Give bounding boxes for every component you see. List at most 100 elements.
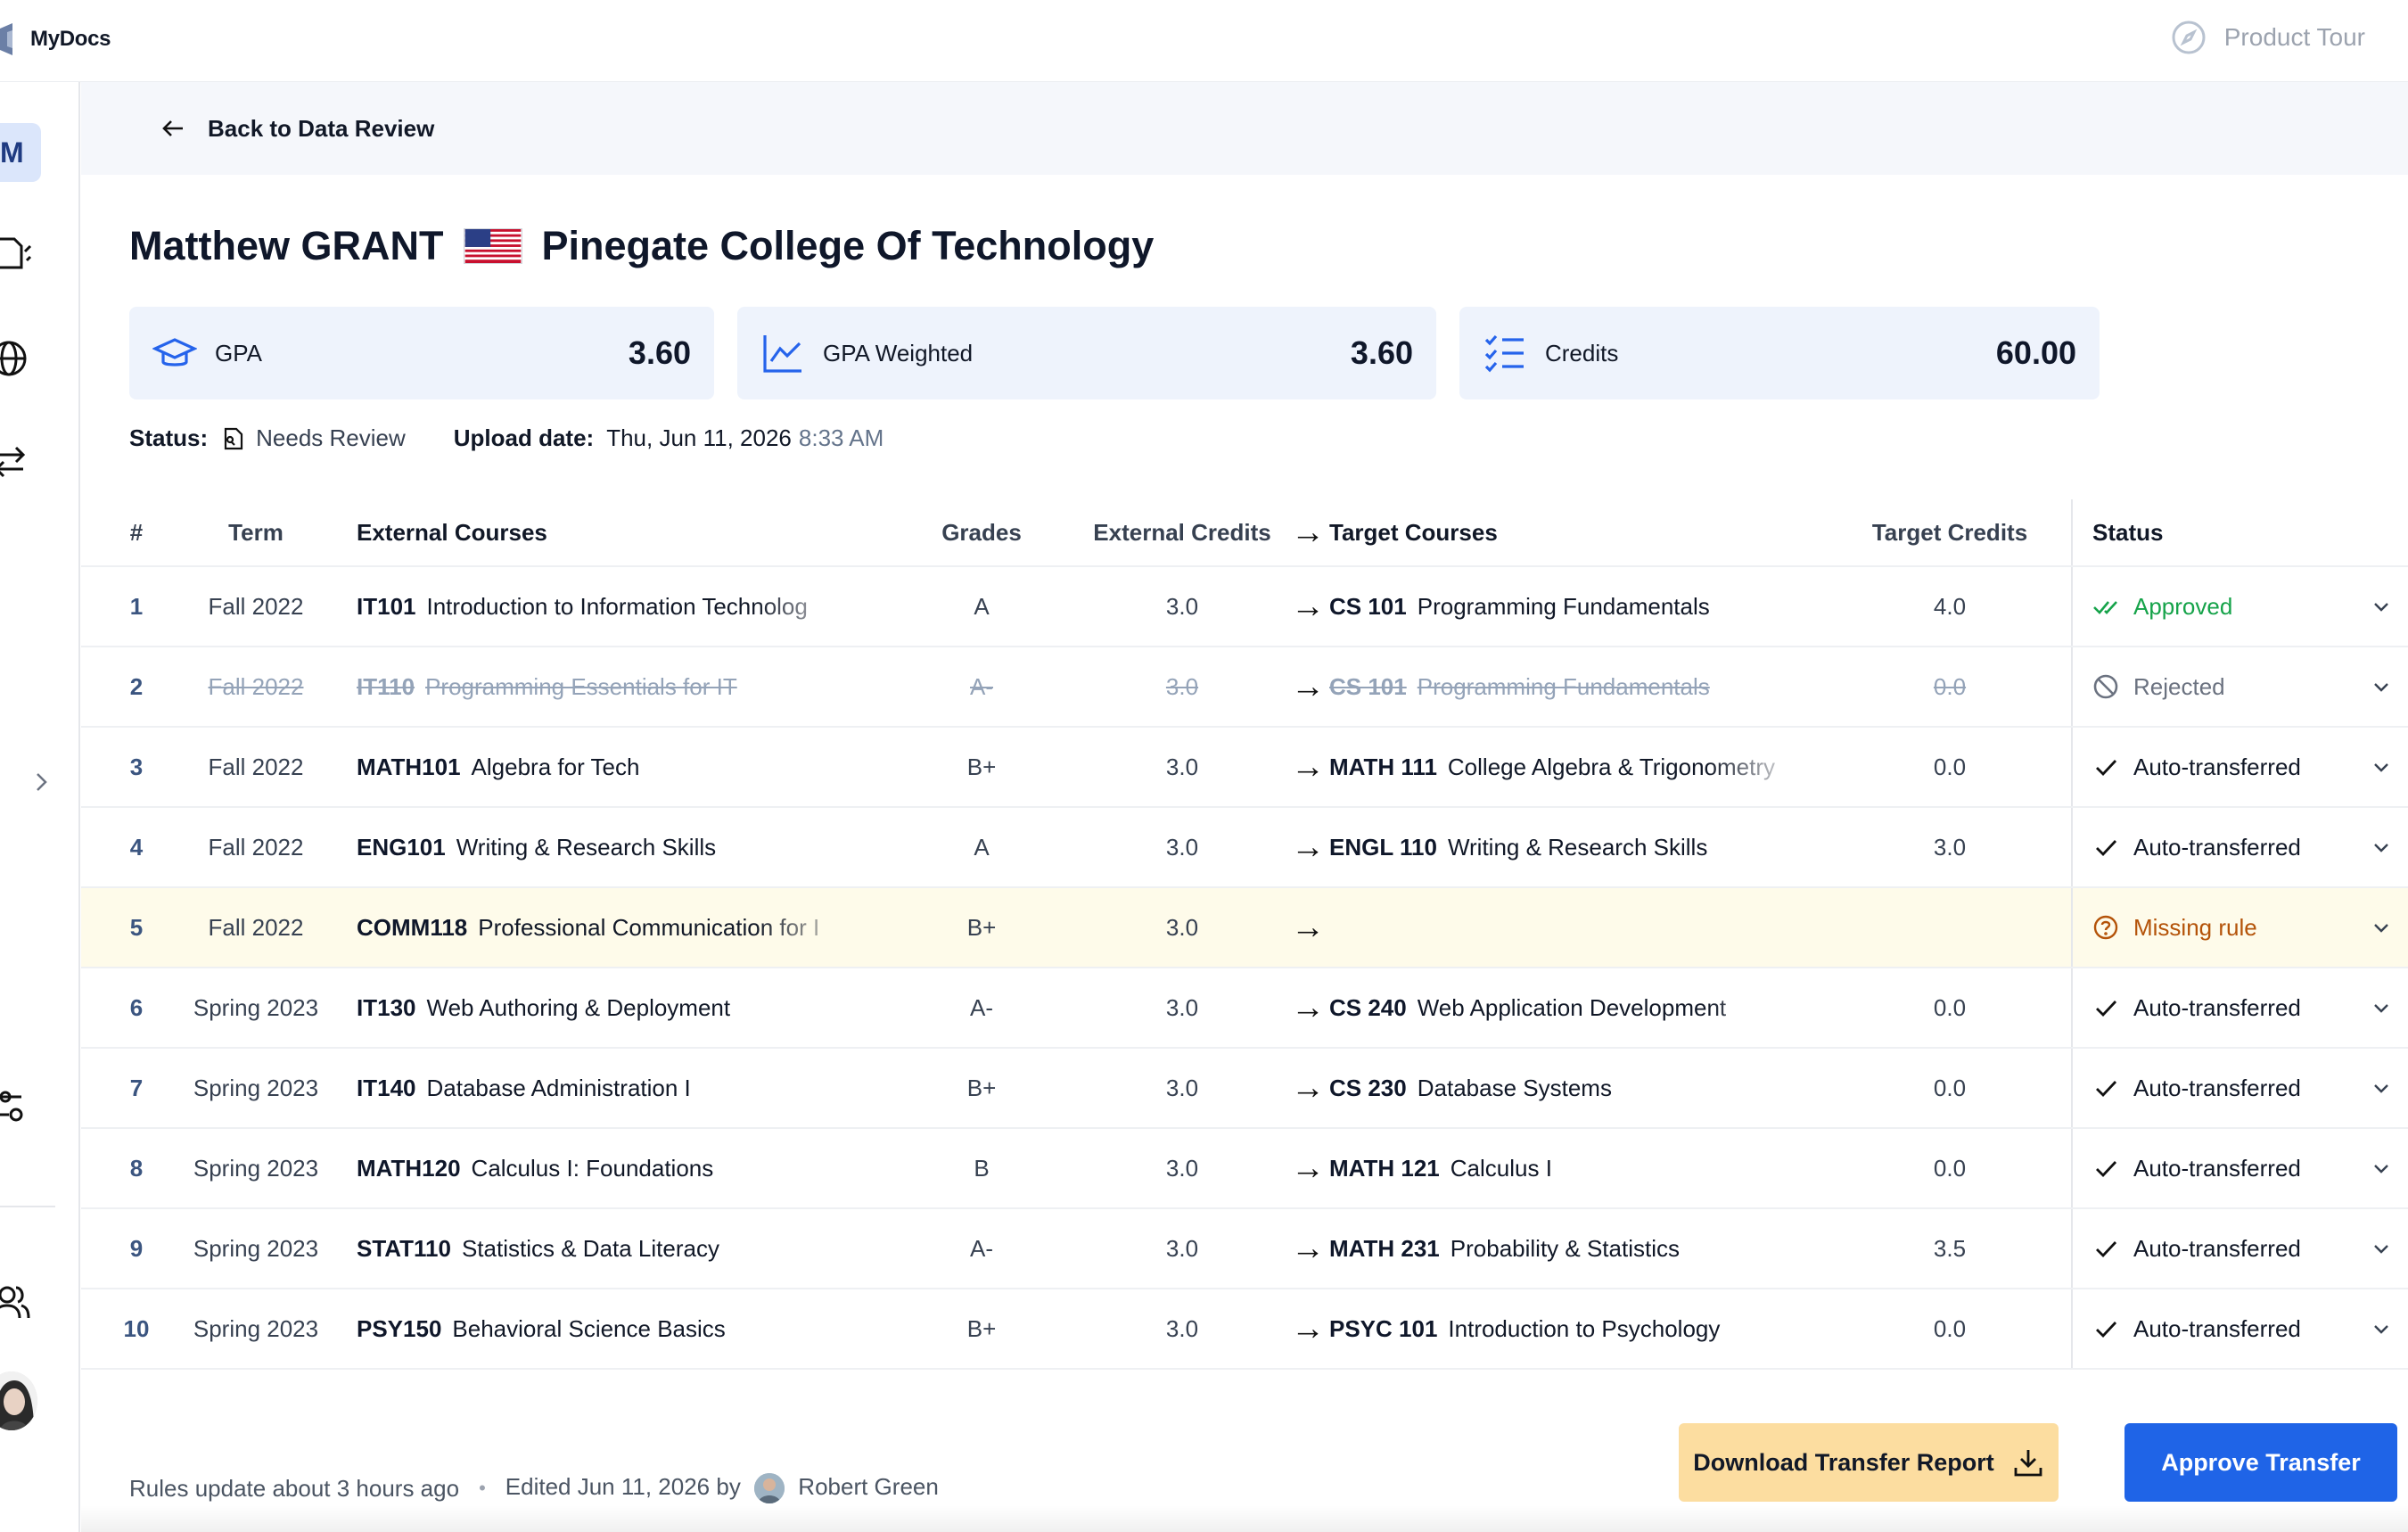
- row-term: Spring 2023: [193, 1314, 319, 1342]
- status-dropdown[interactable]: Rejected: [2071, 647, 2392, 726]
- col-term[interactable]: Term: [186, 499, 325, 565]
- chevron-down-icon: [2374, 603, 2388, 612]
- target-course[interactable]: MATH 231 Probability & Statistics: [1329, 1209, 1802, 1288]
- external-course: IT130 Web Authoring & Deployment: [357, 968, 856, 1047]
- target-course[interactable]: CS 230 Database Systems: [1329, 1049, 1802, 1127]
- status-dropdown[interactable]: Auto-transferred: [2071, 968, 2392, 1047]
- target-course[interactable]: PSYC 101 Introduction to Psychology: [1329, 1289, 1802, 1368]
- col-external[interactable]: External Courses: [357, 499, 856, 565]
- external-course-code: MATH120: [357, 1154, 461, 1182]
- product-tour-button[interactable]: Product Tour: [2171, 20, 2365, 55]
- workspace-avatar[interactable]: M: [0, 123, 41, 182]
- row-expand-button[interactable]: [2363, 647, 2399, 726]
- external-course: MATH101 Algebra for Tech: [357, 728, 856, 806]
- status-badge: Needs Review: [220, 424, 406, 452]
- sidebar-item-transfers[interactable]: [0, 442, 34, 482]
- row-number: 10: [123, 1314, 150, 1342]
- table-row[interactable]: 4 Fall 2022 ENG101 Writing & Research Skill…: [81, 808, 2408, 888]
- back-link[interactable]: Back to Data Review: [81, 82, 2408, 175]
- status-dropdown[interactable]: Auto-transferred: [2071, 1209, 2392, 1288]
- top-bar: MyDocs Product Tour: [0, 0, 2408, 82]
- target-course[interactable]: [1329, 888, 1802, 967]
- back-label: Back to Data Review: [208, 114, 435, 142]
- sidebar-divider: [0, 1206, 55, 1207]
- status-dropdown[interactable]: Approved: [2071, 567, 2392, 646]
- table-row[interactable]: 2 Fall 2022 IT110 Programming Essentials fo…: [81, 647, 2408, 728]
- row-expand-button[interactable]: [2363, 968, 2399, 1047]
- target-course[interactable]: MATH 121 Calculus I: [1329, 1129, 1802, 1207]
- grade: B+: [966, 1314, 997, 1342]
- row-expand-button[interactable]: [2363, 808, 2399, 886]
- user-avatar[interactable]: [0, 1371, 37, 1430]
- app-logo[interactable]: MyDocs: [0, 23, 111, 55]
- footer-meta: Rules update about 3 hours ago • Edited …: [129, 1473, 939, 1504]
- col-target[interactable]: Target Courses: [1329, 499, 1802, 565]
- row-expand-button[interactable]: [2363, 1209, 2399, 1288]
- table-row[interactable]: 7 Spring 2023 IT140 Database Administration…: [81, 1049, 2408, 1129]
- col-status[interactable]: Status: [2071, 499, 2392, 565]
- status-dropdown[interactable]: Auto-transferred: [2071, 1289, 2392, 1368]
- row-expand-button[interactable]: [2363, 888, 2399, 967]
- status-dropdown[interactable]: Missing rule: [2071, 888, 2392, 967]
- editor-avatar: [754, 1473, 785, 1504]
- col-grades[interactable]: Grades: [933, 499, 1031, 565]
- checklist-icon: [1484, 334, 1524, 373]
- status-dropdown[interactable]: Auto-transferred: [2071, 728, 2392, 806]
- logo-icon: [0, 23, 12, 55]
- target-course[interactable]: CS 101 Programming Fundamentals: [1329, 567, 1802, 646]
- arrow-left-icon: [162, 120, 183, 136]
- target-course[interactable]: ENGL 110 Writing & Research Skills: [1329, 808, 1802, 886]
- status-dropdown[interactable]: Auto-transferred: [2071, 808, 2392, 886]
- col-target-credits[interactable]: Target Credits: [1861, 499, 2039, 565]
- sidebar-item-users[interactable]: [0, 1284, 34, 1323]
- status-label: Status:: [129, 424, 209, 451]
- target-course-name: Calculus I: [1450, 1154, 1552, 1182]
- table-row[interactable]: 3 Fall 2022 MATH101 Algebra for Tech B+ 3.0 → M…: [81, 728, 2408, 808]
- external-course-name: Writing & Research Skills: [456, 833, 717, 861]
- sidebar-item-settings[interactable]: [0, 1086, 34, 1125]
- chevron-down-icon: [2374, 924, 2388, 933]
- row-number: 9: [129, 1234, 144, 1262]
- document-review-icon: [225, 427, 243, 449]
- download-report-button[interactable]: Download Transfer Report: [1679, 1423, 2059, 1502]
- grade: A-: [970, 993, 993, 1021]
- chevron-right-icon: [37, 773, 47, 791]
- sidebar: M: [0, 82, 80, 1532]
- grade: A-: [970, 1234, 993, 1262]
- table-row[interactable]: 1 Fall 2022 IT101 Introduction to Informati…: [81, 567, 2408, 647]
- double-check-icon: [2093, 601, 2117, 614]
- table-row[interactable]: 9 Spring 2023 STAT110 Statistics & Data Lit…: [81, 1209, 2408, 1289]
- table-row[interactable]: 8 Spring 2023 MATH120 Calculus I: Foundatio…: [81, 1129, 2408, 1209]
- status-dropdown[interactable]: Auto-transferred: [2071, 1129, 2392, 1207]
- target-credits: [1861, 888, 2039, 967]
- status-dropdown[interactable]: Auto-transferred: [2071, 1049, 2392, 1127]
- sidebar-item-documents[interactable]: [0, 234, 34, 273]
- status-text: Auto-transferred: [2133, 753, 2301, 780]
- page-title: Matthew GRANT Pinegate College Of Techno…: [129, 223, 1154, 269]
- target-course[interactable]: MATH 111 College Algebra & Trigonometry: [1329, 728, 1802, 806]
- target-course-name: College Algebra & Trigonometry: [1447, 753, 1775, 780]
- approve-transfer-button[interactable]: Approve Transfer: [2124, 1423, 2397, 1502]
- check-icon: [2096, 1241, 2117, 1258]
- row-term: Fall 2022: [208, 833, 304, 861]
- user-photo-icon: [0, 1371, 37, 1430]
- row-expand-button[interactable]: [2363, 1049, 2399, 1127]
- status-value: Needs Review: [256, 424, 406, 451]
- target-course[interactable]: CS 240 Web Application Development: [1329, 968, 1802, 1047]
- sidebar-expand-button[interactable]: [29, 769, 55, 795]
- transfer-table: # Term External Courses Grades External …: [81, 499, 2408, 1370]
- editor-photo-icon: [754, 1473, 785, 1504]
- us-flag-icon: [463, 228, 522, 264]
- row-expand-button[interactable]: [2363, 1129, 2399, 1207]
- target-course-name: Introduction to Psychology: [1448, 1314, 1721, 1342]
- target-course[interactable]: CS 101 Programming Fundamentals: [1329, 647, 1802, 726]
- table-row[interactable]: 5 Fall 2022 COMM118 Professional Communicat…: [81, 888, 2408, 968]
- upload-date: Thu, Jun 11, 2026: [606, 424, 792, 451]
- row-expand-button[interactable]: [2363, 567, 2399, 646]
- row-expand-button[interactable]: [2363, 1289, 2399, 1368]
- row-expand-button[interactable]: [2363, 728, 2399, 806]
- table-row[interactable]: 6 Spring 2023 IT130 Web Authoring & Deploym…: [81, 968, 2408, 1049]
- sidebar-item-global[interactable]: [0, 339, 34, 378]
- status-text: Auto-transferred: [2133, 1154, 2301, 1182]
- table-row[interactable]: 10 Spring 2023 PSY150 Behavioral Science Ba…: [81, 1289, 2408, 1370]
